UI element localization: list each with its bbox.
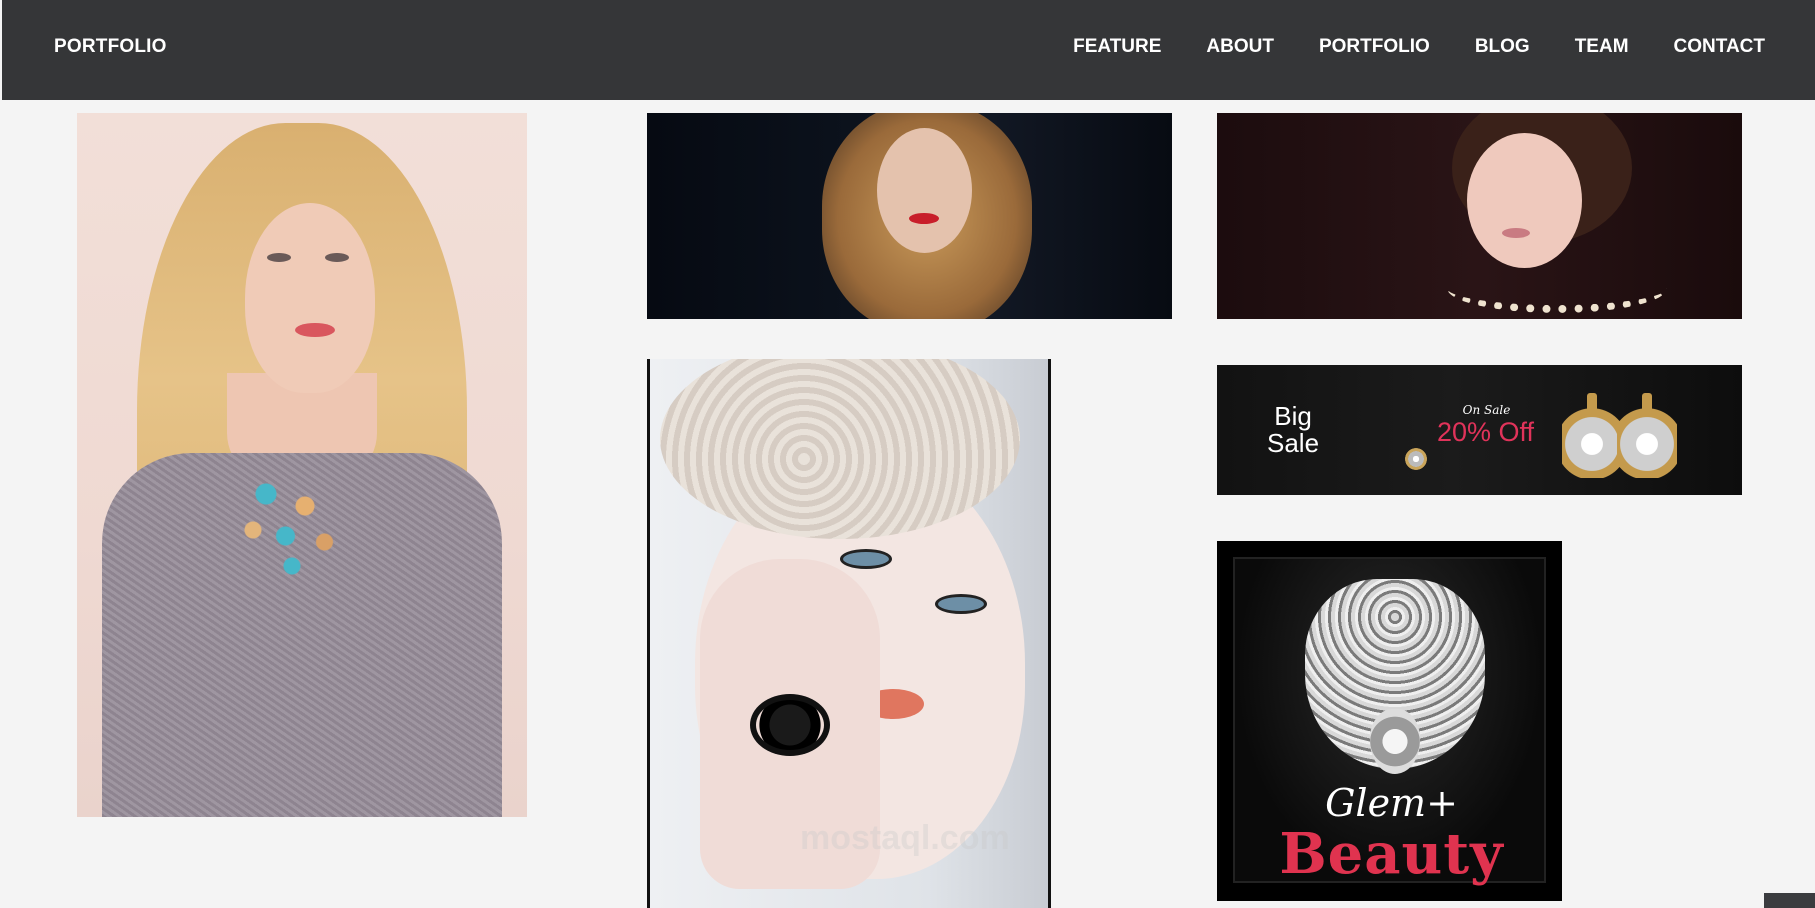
nav-link-portfolio[interactable]: PORTFOLIO <box>1319 36 1430 57</box>
sale-banner-line1: Big <box>1274 401 1312 431</box>
sale-banner-discount: 20% Off <box>1436 417 1535 447</box>
earring-icon <box>1562 393 1622 478</box>
top-navbar: PORTFOLIO FEATURE ABOUT PORTFOLIO BLOG T… <box>2 0 1815 100</box>
beauty-poster[interactable]: Glem+ Beauty <box>1217 541 1562 901</box>
image-lips <box>909 213 939 224</box>
earring-icon <box>1617 393 1677 478</box>
sale-banner[interactable]: Big Sale On Sale 20% Off <box>1217 365 1742 495</box>
brand-logo-link[interactable]: PORTFOLIO <box>54 36 167 58</box>
nav-item-about: ABOUT <box>1206 36 1274 58</box>
image-eye <box>935 594 987 614</box>
nav-link-feature[interactable]: FEATURE <box>1073 36 1161 57</box>
pendant-icon <box>1370 709 1420 774</box>
image-face <box>1467 133 1582 268</box>
sale-banner-tag: On Sale <box>1462 403 1511 417</box>
beauty-poster-frame: Glem+ Beauty <box>1233 557 1546 887</box>
image-eye <box>325 253 349 262</box>
gallery-image-blonde-necklace[interactable] <box>77 113 527 817</box>
main-nav: FEATURE ABOUT PORTFOLIO BLOG TEAM CONTAC… <box>1073 36 1765 58</box>
nav-item-feature: FEATURE <box>1073 36 1161 58</box>
nav-link-blog[interactable]: BLOG <box>1475 36 1530 57</box>
nav-link-about[interactable]: ABOUT <box>1206 36 1274 57</box>
image-necklace <box>227 458 357 578</box>
image-eye <box>840 549 892 569</box>
image-pearls <box>1447 263 1667 313</box>
nav-item-contact: CONTACT <box>1674 36 1765 58</box>
gallery-image-woman-black-ring[interactable]: mostaql.com <box>647 359 1051 908</box>
image-watermark: mostaql.com <box>800 819 1010 857</box>
gem-icon <box>1405 448 1427 470</box>
image-eye <box>267 253 291 262</box>
nav-item-portfolio: PORTFOLIO <box>1319 36 1430 58</box>
scroll-to-top-button[interactable] <box>1764 893 1815 908</box>
image-lips <box>1502 228 1530 238</box>
nav-item-blog: BLOG <box>1475 36 1530 58</box>
image-ring <box>750 694 830 756</box>
gallery-image-woman-earrings[interactable] <box>647 113 1172 319</box>
sale-banner-title: Big Sale <box>1267 403 1319 457</box>
beauty-poster-tagline: Beauty <box>1279 821 1504 887</box>
beauty-poster-brand: Glem+ <box>1325 781 1458 825</box>
nav-link-contact[interactable]: CONTACT <box>1674 36 1765 57</box>
image-face <box>877 128 972 253</box>
image-face <box>245 203 375 393</box>
nav-link-team[interactable]: TEAM <box>1575 36 1629 57</box>
gallery-image-woman-pearls[interactable] <box>1217 113 1742 319</box>
image-lips <box>295 323 335 337</box>
nav-item-team: TEAM <box>1575 36 1629 58</box>
sale-banner-line2: Sale <box>1267 428 1320 458</box>
